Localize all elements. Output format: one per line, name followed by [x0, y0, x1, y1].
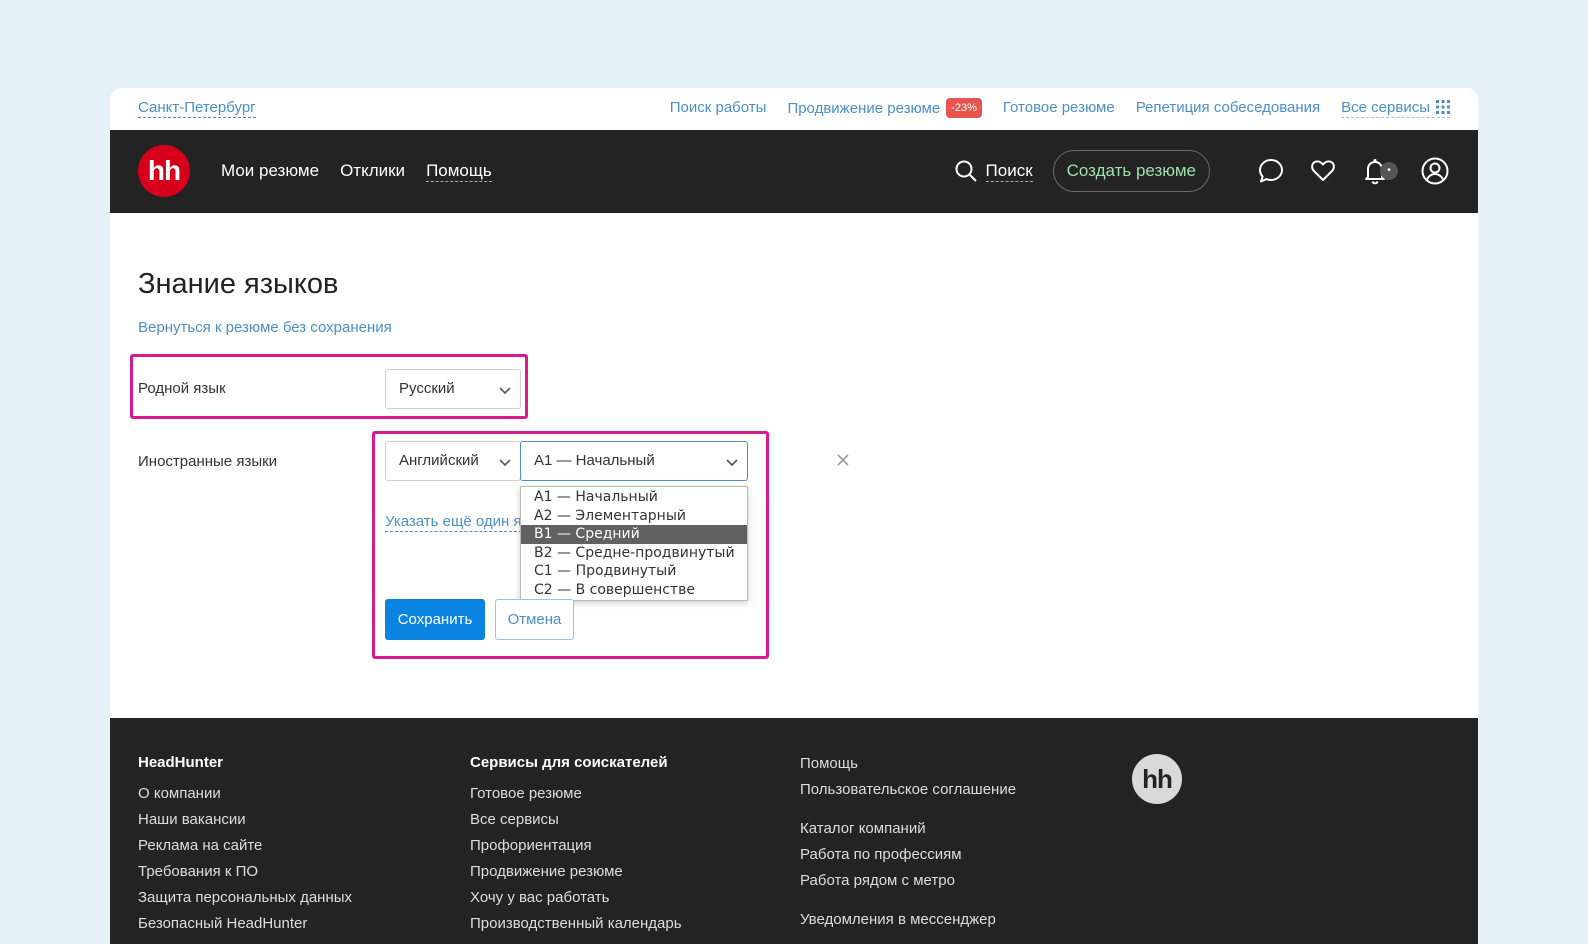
footer-link[interactable]: Все сервисы: [470, 810, 682, 836]
footer-col-headhunter: HeadHunter О компании Наши вакансии Рекл…: [138, 754, 352, 940]
heart-icon: [1311, 160, 1335, 181]
top-link-resume-promotion-label: Продвижение резюме: [787, 100, 941, 117]
discount-badge: -23%: [946, 98, 982, 118]
foreign-language-value: Английский: [399, 452, 479, 469]
back-without-saving-link[interactable]: Вернуться к резюме без сохранения: [138, 319, 392, 336]
search-button[interactable]: Поиск: [954, 159, 1033, 183]
footer-link[interactable]: Безопасный HeadHunter: [138, 914, 352, 940]
hh-logo[interactable]: hh: [138, 145, 190, 197]
foreign-languages-label: Иностранные языки: [138, 453, 278, 470]
all-services-label: Все сервисы: [1341, 98, 1430, 116]
native-language-select[interactable]: Русский: [385, 369, 521, 409]
footer-link[interactable]: Продвижение резюме: [470, 862, 682, 888]
footer-link[interactable]: Готовое резюме: [470, 784, 682, 810]
browser-page: Санкт-Петербург Поиск работы Продвижение…: [110, 88, 1478, 944]
footer-link[interactable]: Пользовательское соглашение: [800, 780, 1016, 806]
profile-button[interactable]: [1420, 156, 1450, 186]
page-title: Знание языков: [138, 268, 339, 300]
level-option-highlighted[interactable]: B1 — Средний: [521, 525, 747, 544]
top-links: Поиск работы Продвижение резюме -23% Гото…: [670, 98, 1450, 118]
footer-link[interactable]: Хочу у вас работать: [470, 888, 682, 914]
footer-link[interactable]: Профориентация: [470, 836, 682, 862]
notifications-button[interactable]: •: [1360, 156, 1398, 186]
notification-dot: •: [1380, 162, 1398, 180]
nav-my-resumes[interactable]: Мои резюме: [221, 161, 319, 182]
footer-link[interactable]: Наши вакансии: [138, 810, 352, 836]
footer-link[interactable]: Каталог компаний: [800, 819, 1016, 845]
chevron-down-icon: [726, 459, 738, 467]
chevron-down-icon: [499, 387, 511, 395]
footer-spacer: [800, 897, 1016, 910]
footer-link[interactable]: Реклама на сайте: [138, 836, 352, 862]
native-language-value: Русский: [399, 380, 455, 397]
language-level-dropdown: A1 — Начальный A2 — Элементарный B1 — Ср…: [520, 486, 748, 601]
footer-link[interactable]: Требования к ПО: [138, 862, 352, 888]
footer-col-services: Сервисы для соискателей Готовое резюме В…: [470, 754, 682, 940]
city-selector[interactable]: Санкт-Петербург: [138, 99, 256, 118]
top-link-ready-resume[interactable]: Готовое резюме: [1003, 99, 1115, 117]
footer-link[interactable]: Работа рядом с метро: [800, 871, 1016, 897]
favorites-button[interactable]: [1308, 156, 1338, 186]
native-language-label: Родной язык: [138, 380, 226, 397]
level-option[interactable]: C1 — Продвинутый: [521, 562, 747, 581]
foreign-language-select[interactable]: Английский: [385, 441, 521, 481]
top-link-all-services[interactable]: Все сервисы: [1341, 99, 1450, 118]
search-label: Поиск: [985, 160, 1033, 182]
remove-language-icon[interactable]: [835, 452, 851, 468]
top-links-bar: Санкт-Петербург Поиск работы Продвижение…: [110, 88, 1478, 130]
footer-spacer: [800, 806, 1016, 819]
main-header: hh Мои резюме Отклики Помощь Поиск Созда…: [110, 130, 1478, 213]
user-icon: [1421, 157, 1449, 185]
footer-col-misc: Помощь Пользовательское соглашение Катал…: [800, 754, 1016, 936]
level-option[interactable]: C2 — В совершенстве: [521, 581, 747, 600]
header-actions: Поиск Создать резюме •: [954, 150, 1450, 192]
cancel-button[interactable]: Отмена: [495, 599, 574, 640]
add-another-language-link[interactable]: Указать ещё один язык: [385, 513, 522, 532]
level-option[interactable]: B2 — Средне-продвинутый: [521, 544, 747, 563]
footer-link[interactable]: Защита персональных данных: [138, 888, 352, 914]
footer-link[interactable]: Производственный календарь: [470, 914, 682, 940]
footer-heading: HeadHunter: [138, 754, 224, 771]
main-nav: Мои резюме Отклики Помощь: [221, 161, 492, 182]
top-link-interview-rehearsal[interactable]: Репетиция собеседования: [1136, 99, 1320, 117]
chat-button[interactable]: [1256, 156, 1286, 186]
level-option[interactable]: A2 — Элементарный: [521, 507, 747, 526]
footer-link[interactable]: Работа по профессиям: [800, 845, 1016, 871]
top-link-resume-promotion[interactable]: Продвижение резюме -23%: [787, 98, 982, 118]
language-level-value: A1 — Начальный: [534, 452, 655, 469]
create-resume-button[interactable]: Создать резюме: [1052, 150, 1210, 192]
footer-hh-logo[interactable]: hh: [1132, 754, 1182, 804]
footer-link[interactable]: Уведомления в мессенджер: [800, 910, 1016, 936]
search-icon: [955, 160, 977, 182]
chat-icon: [1259, 159, 1283, 183]
chevron-down-icon: [499, 459, 511, 467]
footer-link[interactable]: О компании: [138, 784, 352, 810]
top-link-job-search[interactable]: Поиск работы: [670, 99, 767, 117]
footer: HeadHunter О компании Наши вакансии Рекл…: [110, 718, 1478, 944]
grid-icon: [1436, 99, 1450, 114]
language-level-select[interactable]: A1 — Начальный: [520, 441, 748, 481]
footer-link[interactable]: Помощь: [800, 754, 1016, 780]
nav-responses[interactable]: Отклики: [340, 161, 405, 182]
footer-heading: Сервисы для соискателей: [470, 754, 668, 771]
save-button[interactable]: Сохранить: [385, 599, 485, 640]
level-option[interactable]: A1 — Начальный: [521, 488, 747, 507]
nav-help[interactable]: Помощь: [426, 161, 492, 182]
